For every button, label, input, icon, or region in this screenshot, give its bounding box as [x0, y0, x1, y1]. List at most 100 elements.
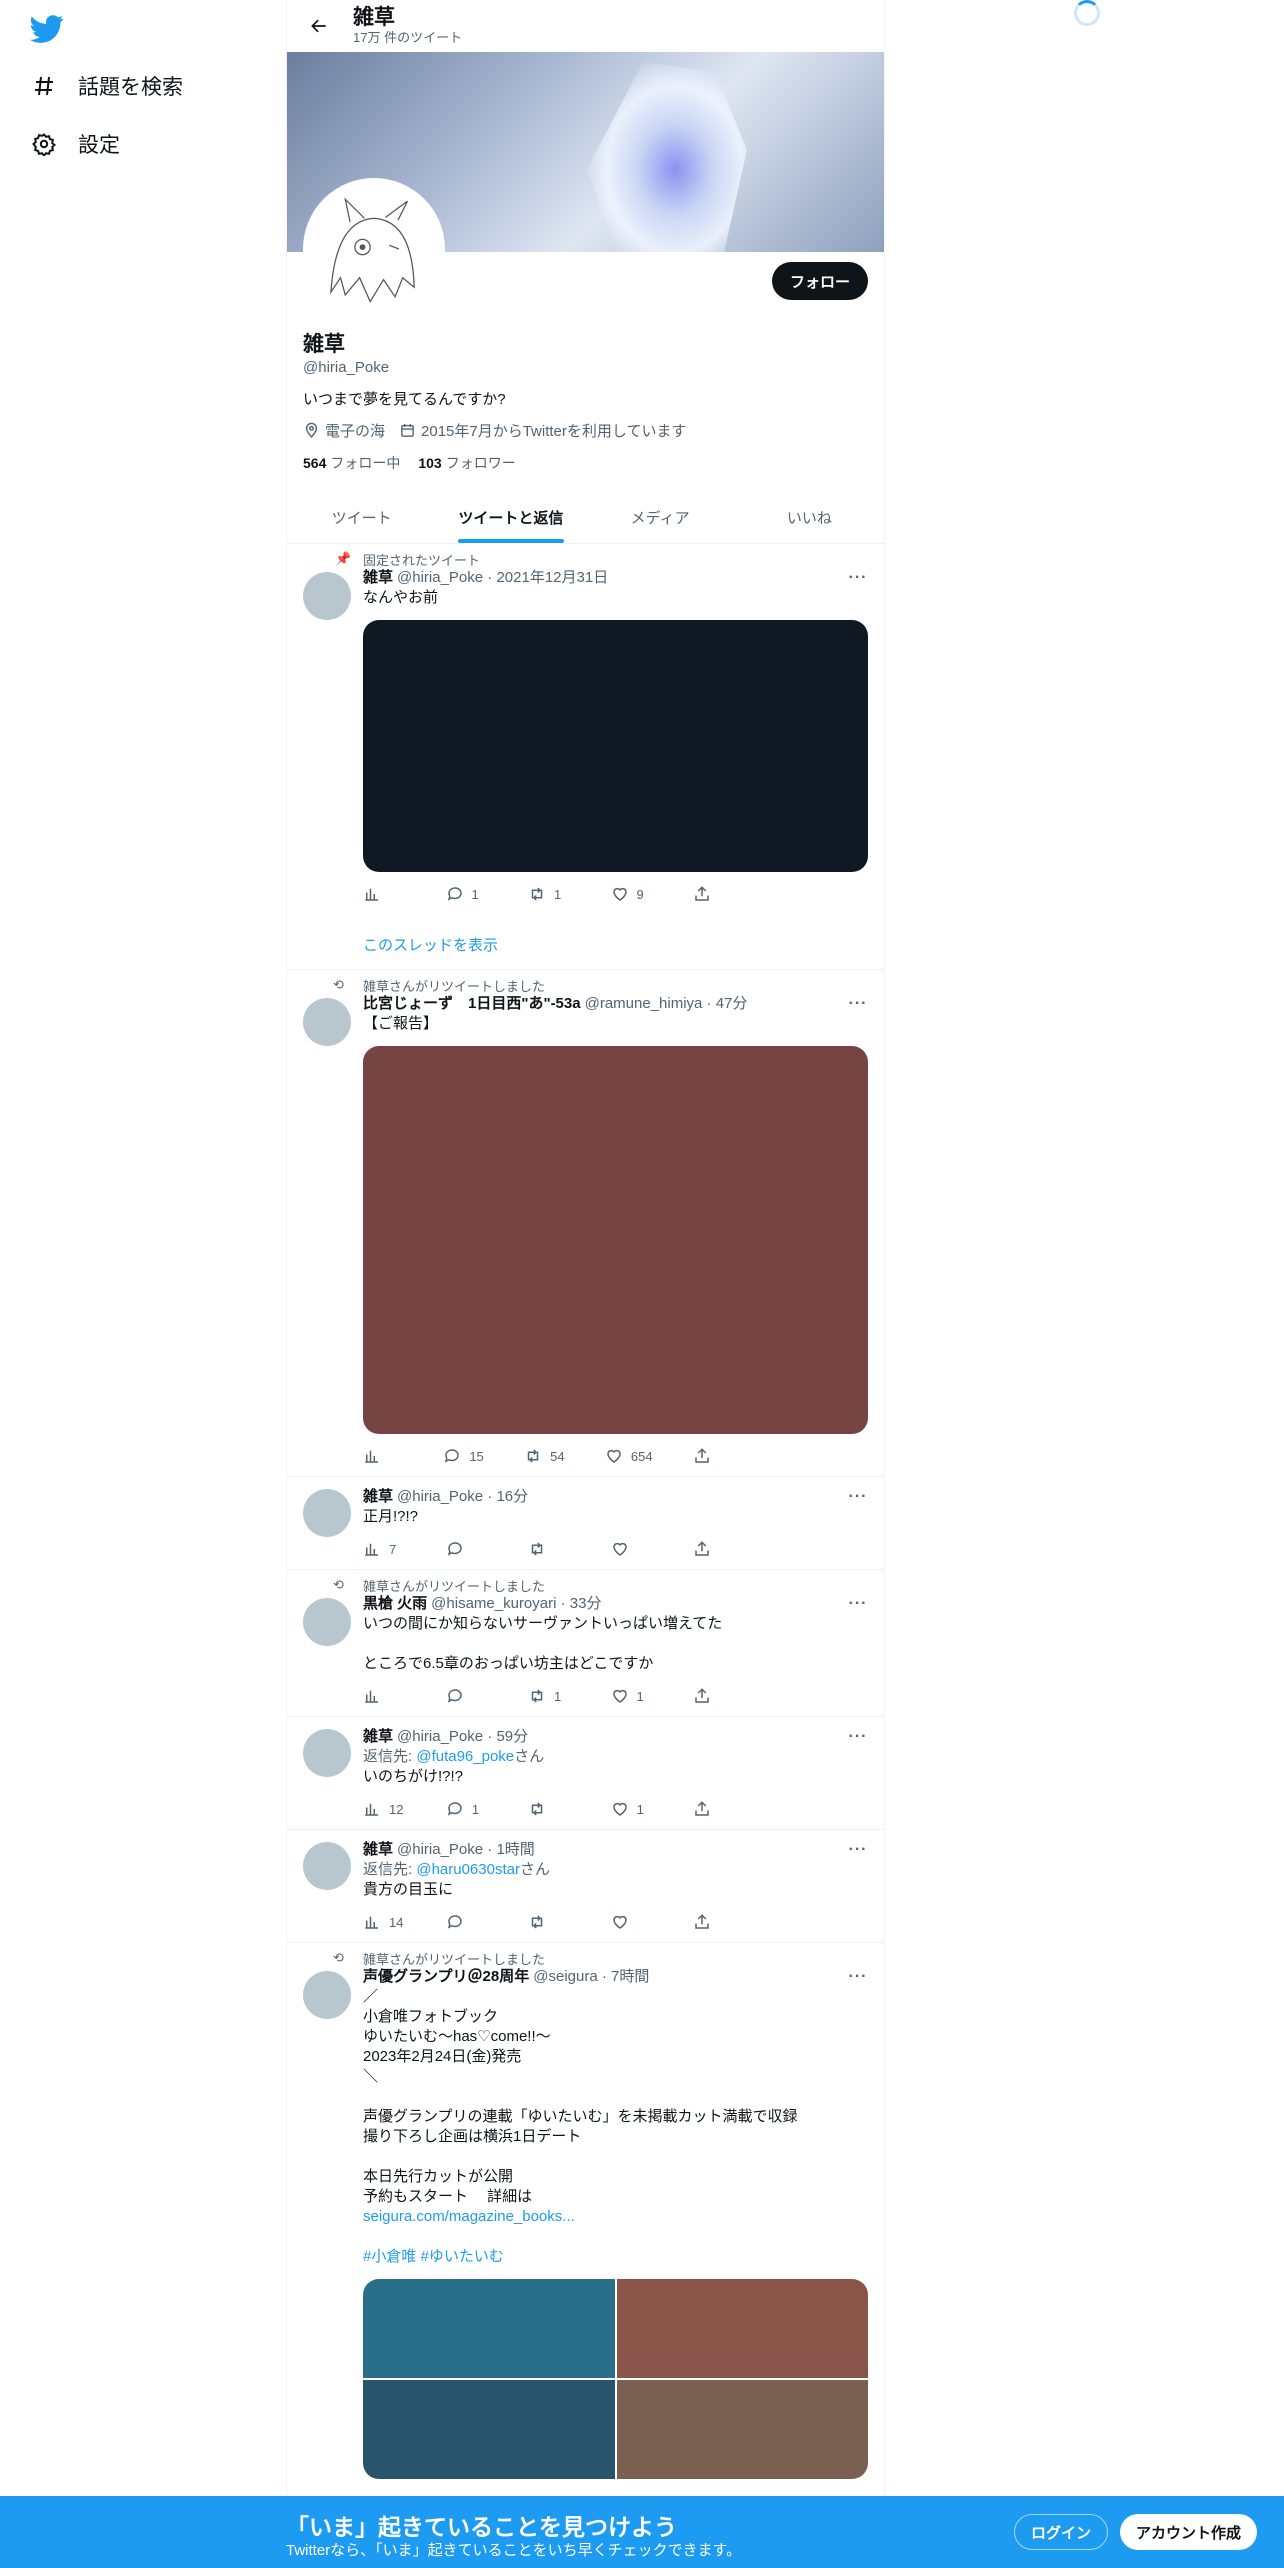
author-name[interactable]: 声優グランプリ＠28周年 [363, 1967, 529, 1987]
heart-icon [607, 1449, 621, 1463]
twitter-logo-icon[interactable] [30, 12, 66, 48]
media-image[interactable] [363, 2279, 615, 2378]
media-image[interactable] [616, 2279, 868, 2378]
like-button[interactable] [611, 1540, 651, 1558]
retweet-button[interactable]: 1 [528, 1687, 568, 1705]
retweet-button[interactable]: 54 [524, 1447, 565, 1465]
more-icon[interactable]: ··· [848, 994, 868, 1014]
follow-stats: 564 フォロー中 103 フォロワー [303, 453, 868, 473]
like-button[interactable]: 1 [611, 1800, 651, 1818]
views-button[interactable]: 7 [363, 1540, 403, 1558]
author-meta: @hiria_Poke · 16分 [397, 1488, 529, 1505]
tweet-media-video[interactable] [363, 620, 868, 872]
reply-icon [447, 887, 462, 901]
views-button[interactable] [363, 1687, 403, 1705]
author-name[interactable]: 黒槍 火雨 [363, 1594, 427, 1614]
tweet-link[interactable]: seigura.com/magazine_books... [363, 2208, 575, 2225]
reply-button[interactable] [446, 1913, 486, 1931]
more-icon[interactable]: ··· [848, 1487, 868, 1507]
avatar[interactable] [303, 1842, 351, 1890]
tab-media[interactable]: メディア [586, 491, 735, 543]
reply-button[interactable] [446, 1687, 486, 1705]
avatar[interactable] [303, 1729, 351, 1777]
tweet-actions: 14 [363, 1912, 803, 1932]
retweet-small-icon: ⟲ [333, 977, 344, 992]
tweet-media-grid [363, 2279, 868, 2479]
retweet-button[interactable] [528, 1800, 568, 1818]
tweet[interactable]: 📌 固定されたツイート 雑草 @hiria_Poke · 2021年12月31日 ··… [287, 544, 884, 970]
avatar[interactable] [303, 998, 351, 1046]
signup-button[interactable]: アカウント作成 [1120, 2514, 1258, 2550]
location: 電子の海 [303, 420, 385, 441]
share-button[interactable] [693, 1800, 733, 1818]
tweet[interactable]: ⟲ 雑草さんがリツイートしました 黒槍 火雨 @hisame_kuroyari · … [287, 1570, 884, 1717]
reply-button[interactable] [446, 1540, 486, 1558]
views-button[interactable] [363, 1447, 403, 1465]
tweet[interactable]: ⟲ 雑草さんがリツイートしました 比宮じょーず 1日目西"あ"-53a @ramun… [287, 970, 884, 1477]
avatar[interactable] [303, 1971, 351, 2019]
avatar[interactable] [303, 572, 351, 620]
show-thread-link[interactable]: このスレッドを表示 [363, 934, 868, 955]
tweet[interactable]: ⟲ 雑草さんがリツイートしました 声優グランプリ＠28周年 @seigura · 7… [287, 1943, 884, 2489]
like-button[interactable] [611, 1913, 651, 1931]
retweet-button[interactable] [528, 1540, 568, 1558]
nav-explore[interactable]: 話題を検索 [30, 64, 183, 108]
retweet-button[interactable]: 1 [528, 885, 568, 903]
media-image[interactable] [616, 2380, 868, 2479]
avatar[interactable] [303, 1598, 351, 1646]
more-icon[interactable]: ··· [848, 1967, 868, 1987]
share-button[interactable] [693, 1687, 733, 1705]
more-icon[interactable]: ··· [848, 1840, 868, 1860]
hashtags[interactable]: #小倉唯 #ゆいたいむ [363, 2248, 504, 2265]
signup-banner-subtitle: Twitterなら、「いま」起きていることをいち早くチェックできます。 [286, 2542, 742, 2559]
reply-button[interactable]: 15 [443, 1447, 484, 1465]
more-icon[interactable]: ··· [848, 1594, 868, 1614]
retweet-button[interactable] [528, 1913, 568, 1931]
retweet-small-icon: ⟲ [333, 1577, 344, 1592]
nav-settings[interactable]: 設定 [30, 122, 120, 166]
author-name[interactable]: 雑草 [363, 568, 393, 588]
author-name[interactable]: 比宮じょーず 1日目西"あ"-53a [363, 994, 581, 1014]
tweet[interactable]: 雑草 @hiria_Poke · 59分 ··· 返信先: @futa96_poke… [287, 1717, 884, 1830]
avatar[interactable] [303, 1489, 351, 1537]
context-text: 雑草さんがリツイートしました [363, 978, 546, 994]
like-button[interactable]: 1 [611, 1687, 651, 1705]
more-icon[interactable]: ··· [848, 568, 868, 588]
more-icon[interactable]: ··· [848, 1727, 868, 1747]
author-name[interactable]: 雑草 [363, 1727, 393, 1747]
tab-tweets-and-replies[interactable]: ツイートと返信 [436, 491, 585, 543]
reply-button[interactable]: 1 [446, 1800, 486, 1818]
views-button[interactable] [363, 885, 403, 903]
following-link[interactable]: 564 フォロー中 [303, 453, 400, 473]
reply-to-link[interactable]: @futa96_poke [416, 1748, 514, 1765]
views-button[interactable]: 14 [363, 1913, 403, 1931]
followers-link[interactable]: 103 フォロワー [418, 453, 515, 473]
media-image[interactable] [363, 2380, 615, 2479]
share-icon [695, 886, 709, 901]
reply-button[interactable]: 1 [446, 885, 486, 903]
reply-to-line: 返信先: @haru0630starさん [363, 1860, 868, 1880]
tweet[interactable]: 雑草 @hiria_Poke · 1時間 ··· 返信先: @haru0630sta… [287, 1830, 884, 1943]
back-arrow-icon[interactable] [301, 8, 337, 44]
views-button[interactable]: 12 [363, 1800, 403, 1818]
share-button[interactable] [693, 1447, 733, 1465]
author-name[interactable]: 雑草 [363, 1840, 393, 1860]
profile-avatar[interactable] [303, 178, 445, 320]
login-button[interactable]: ログイン [1014, 2514, 1109, 2550]
share-button[interactable] [693, 885, 733, 903]
like-count: 9 [636, 886, 644, 902]
author-name[interactable]: 雑草 [363, 1487, 393, 1507]
tab-likes[interactable]: いいね [735, 491, 884, 543]
share-button[interactable] [693, 1540, 733, 1558]
tweet-header: 雑草 @hiria_Poke · 16分 ··· [363, 1487, 868, 1507]
like-button[interactable]: 654 [605, 1447, 653, 1465]
reply-to-link[interactable]: @haru0630star [416, 1861, 520, 1878]
tweet[interactable]: 雑草 @hiria_Poke · 16分 ··· 正月!?!? 7 [287, 1477, 884, 1570]
like-button[interactable]: 9 [611, 885, 651, 903]
tweet-media-image[interactable] [363, 1046, 868, 1434]
follow-button[interactable]: フォロー [771, 262, 868, 300]
share-button[interactable] [693, 1913, 733, 1931]
nav-settings-label: 設定 [78, 134, 120, 157]
tweet-actions: 7 [363, 1539, 803, 1559]
tab-tweets[interactable]: ツイート [287, 491, 436, 543]
